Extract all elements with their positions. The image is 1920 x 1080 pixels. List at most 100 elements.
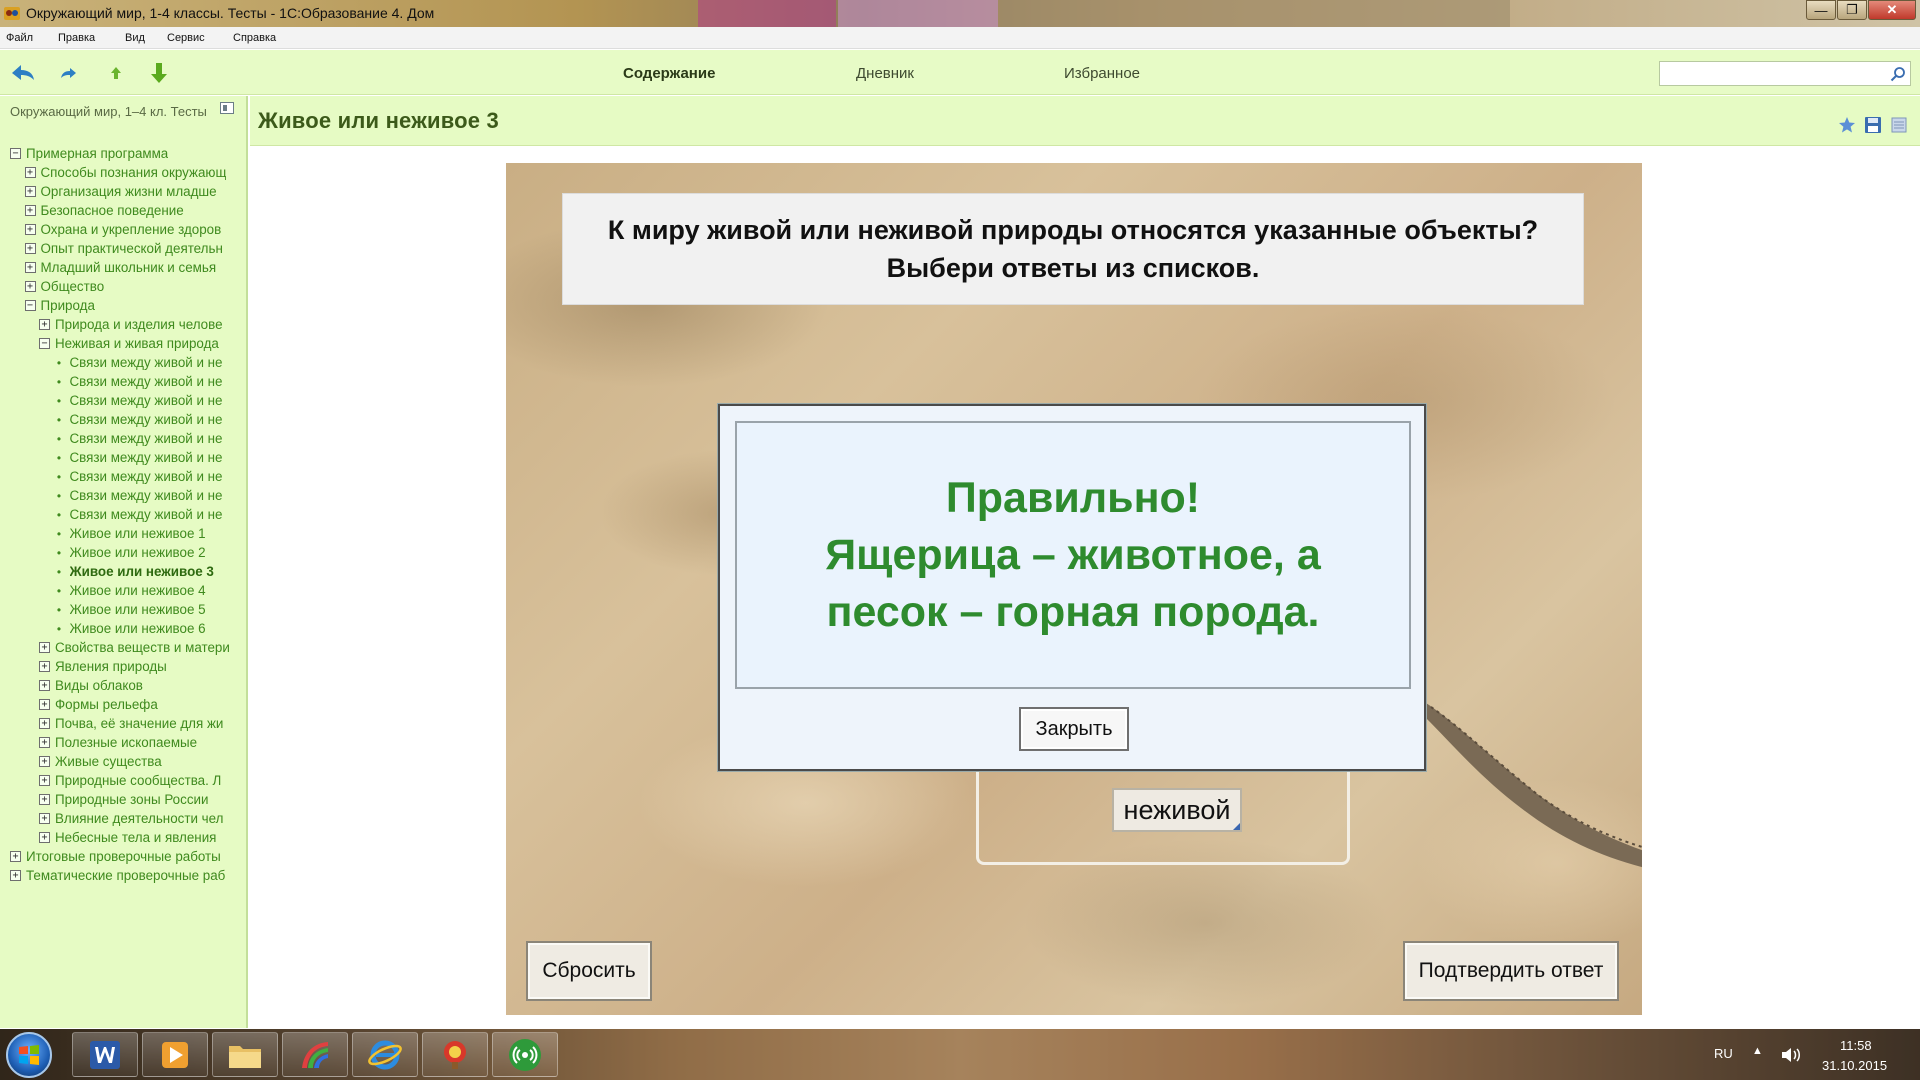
tree-item-topic[interactable]: • Живое или неживое 5 xyxy=(0,600,246,619)
tree-item-section[interactable]: + Опыт практической деятельн xyxy=(0,239,246,258)
tree-item-section[interactable]: + Явления природы xyxy=(0,657,246,676)
volume-icon[interactable] xyxy=(1780,1045,1802,1065)
reset-button[interactable]: Сбросить xyxy=(526,941,652,1001)
show-hidden-icons-icon[interactable]: ▲ xyxy=(1752,1045,1763,1057)
expand-icon[interactable]: + xyxy=(24,186,36,197)
expand-icon[interactable]: + xyxy=(39,737,50,748)
minimize-button[interactable]: — xyxy=(1806,0,1836,20)
tree-item-section[interactable]: + Младший школьник и семья xyxy=(0,258,246,277)
collapse-icon[interactable]: − xyxy=(10,148,21,159)
collapse-icon[interactable]: − xyxy=(39,338,50,349)
search-icon[interactable] xyxy=(1890,66,1906,82)
tree-item-section[interactable]: + Почва, её значение для жи xyxy=(0,714,246,733)
tree-item-section[interactable]: − Неживая и живая природа xyxy=(0,334,246,353)
back-button[interactable] xyxy=(10,60,36,86)
tree-item-section[interactable]: + Небесные тела и явления xyxy=(0,828,246,847)
expand-icon[interactable]: + xyxy=(39,756,50,767)
menu-help[interactable]: Справка xyxy=(233,32,276,44)
tree-item-topic[interactable]: • Связи между живой и не xyxy=(0,505,246,524)
taskbar-word[interactable] xyxy=(72,1032,138,1077)
forward-button[interactable] xyxy=(56,60,82,86)
tree-item-topic[interactable]: • Связи между живой и не xyxy=(0,486,246,505)
taskbar-network-app[interactable] xyxy=(492,1032,558,1077)
expand-icon[interactable]: + xyxy=(24,281,36,292)
close-window-button[interactable]: ✕ xyxy=(1868,0,1916,20)
start-button[interactable] xyxy=(6,1032,52,1078)
down-button[interactable] xyxy=(146,60,172,86)
tree-item-section[interactable]: + Влияние деятельности чел xyxy=(0,809,246,828)
tree-item-section[interactable]: + Виды облаков xyxy=(0,676,246,695)
print-icon[interactable] xyxy=(1890,116,1908,134)
tab-diary[interactable]: Дневник xyxy=(856,65,914,82)
expand-icon[interactable]: + xyxy=(24,205,36,216)
tab-favorites[interactable]: Избранное xyxy=(1064,65,1140,82)
tree-item-topic[interactable]: • Живое или неживое 3 xyxy=(0,562,246,581)
menu-edit[interactable]: Правка xyxy=(58,32,95,44)
favorite-star-icon[interactable] xyxy=(1838,116,1856,134)
tree-item-topic[interactable]: • Связи между живой и не xyxy=(0,372,246,391)
tree-item-section[interactable]: + Способы познания окружающ xyxy=(0,163,246,182)
tree-item-section[interactable]: + Тематические проверочные раб xyxy=(0,866,246,885)
tree-item-section[interactable]: + Природные зоны России xyxy=(0,790,246,809)
tree-item-section[interactable]: + Формы рельефа xyxy=(0,695,246,714)
tree-item-section[interactable]: + Природа и изделия челове xyxy=(0,315,246,334)
tree-item-section[interactable]: + Общество xyxy=(0,277,246,296)
tree-item-topic[interactable]: • Связи между живой и не xyxy=(0,429,246,448)
tree-item-section[interactable]: + Природные сообщества. Л xyxy=(0,771,246,790)
expand-icon[interactable]: + xyxy=(39,813,50,824)
expand-icon[interactable]: + xyxy=(24,167,36,178)
menu-file[interactable]: Файл xyxy=(6,32,33,44)
tree-item-topic[interactable]: • Связи между живой и не xyxy=(0,410,246,429)
expand-icon[interactable]: + xyxy=(39,699,50,710)
expand-icon[interactable]: + xyxy=(24,224,36,235)
tree-item-section[interactable]: + Охрана и укрепление здоров xyxy=(0,220,246,239)
maximize-button[interactable]: ❐ xyxy=(1837,0,1867,20)
tree-item-section[interactable]: + Итоговые проверочные работы xyxy=(0,847,246,866)
tree-item-section[interactable]: + Полезные ископаемые xyxy=(0,733,246,752)
expand-icon[interactable]: + xyxy=(39,680,50,691)
close-dialog-button[interactable]: Закрыть xyxy=(1019,707,1129,751)
tree-item-section[interactable]: − Природа xyxy=(0,296,246,315)
tree-item-topic[interactable]: • Живое или неживое 1 xyxy=(0,524,246,543)
up-button[interactable] xyxy=(103,60,129,86)
expand-icon[interactable]: + xyxy=(39,794,50,805)
answer-dropdown[interactable]: неживой xyxy=(1112,788,1242,832)
clock-time[interactable]: 11:58 xyxy=(1840,1038,1872,1053)
expand-icon[interactable]: + xyxy=(39,642,50,653)
collapse-icon[interactable]: − xyxy=(24,300,36,311)
search-input[interactable] xyxy=(1660,62,1880,85)
tree-item-topic[interactable]: • Живое или неживое 4 xyxy=(0,581,246,600)
tree-item-topic[interactable]: • Связи между живой и не xyxy=(0,467,246,486)
expand-icon[interactable]: + xyxy=(39,661,50,672)
expand-icon[interactable]: + xyxy=(10,870,21,881)
taskbar-1c-education[interactable] xyxy=(422,1032,488,1077)
clock-date[interactable]: 31.10.2015 xyxy=(1822,1058,1887,1073)
expand-icon[interactable]: + xyxy=(10,851,21,862)
expand-icon[interactable]: + xyxy=(39,718,50,729)
expand-icon[interactable]: + xyxy=(39,775,50,786)
menu-view[interactable]: Вид xyxy=(125,32,145,44)
taskbar-media-player[interactable] xyxy=(142,1032,208,1077)
expand-icon[interactable]: + xyxy=(24,262,36,273)
taskbar-file-explorer[interactable] xyxy=(212,1032,278,1077)
tree-item-section[interactable]: + Живые существа xyxy=(0,752,246,771)
save-icon[interactable] xyxy=(1864,116,1882,134)
expand-icon[interactable]: + xyxy=(39,319,50,330)
tree-item-section[interactable]: + Безопасное поведение xyxy=(0,201,246,220)
tree-item-section[interactable]: + Свойства веществ и матери xyxy=(0,638,246,657)
tree-item-section[interactable]: + Организация жизни младше xyxy=(0,182,246,201)
tree-item-topic[interactable]: • Связи между живой и не xyxy=(0,391,246,410)
sidebar-toggle-icon[interactable] xyxy=(220,102,234,114)
tree-item-section[interactable]: − Примерная программа xyxy=(0,144,246,163)
taskbar-paint[interactable] xyxy=(282,1032,348,1077)
taskbar-internet-explorer[interactable] xyxy=(352,1032,418,1077)
tree-item-topic[interactable]: • Связи между живой и не xyxy=(0,448,246,467)
expand-icon[interactable]: + xyxy=(39,832,50,843)
tree-item-topic[interactable]: • Живое или неживое 2 xyxy=(0,543,246,562)
menu-service[interactable]: Сервис xyxy=(167,32,205,44)
confirm-answer-button[interactable]: Подтвердить ответ xyxy=(1403,941,1619,1001)
tree-item-topic[interactable]: • Связи между живой и не xyxy=(0,353,246,372)
tree-item-topic[interactable]: • Живое или неживое 6 xyxy=(0,619,246,638)
tab-contents[interactable]: Содержание xyxy=(623,65,715,82)
expand-icon[interactable]: + xyxy=(24,243,36,254)
